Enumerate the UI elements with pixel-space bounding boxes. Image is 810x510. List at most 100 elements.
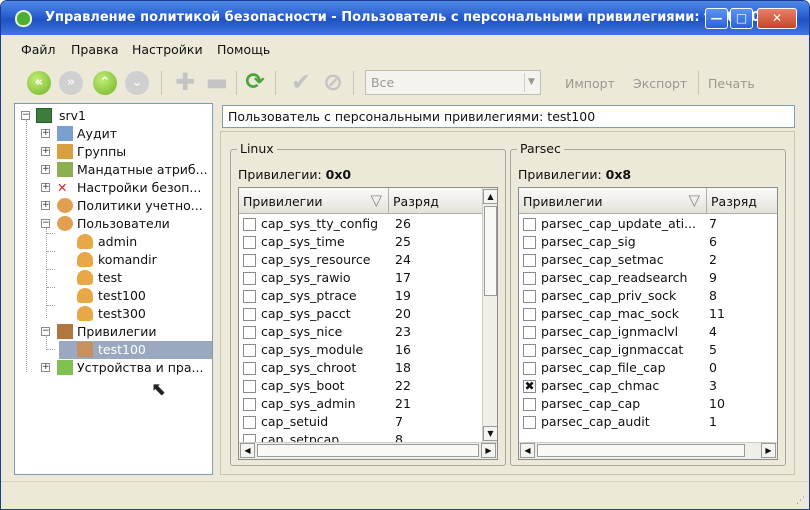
chevron-down-icon[interactable]: ▼	[524, 73, 538, 92]
expand-icon[interactable]: +	[41, 201, 50, 210]
cancel-icon[interactable]: ⊘	[321, 70, 345, 95]
linux-horizontal-scrollbar[interactable]: ◀ ▶	[239, 442, 497, 459]
table-row[interactable]: cap_sys_ptrace 19	[239, 287, 482, 305]
privilege-checkbox[interactable]	[243, 326, 256, 339]
table-row[interactable]: cap_setuid 7	[239, 413, 482, 431]
table-row[interactable]: cap_sys_resource 24	[239, 251, 482, 269]
privilege-checkbox[interactable]	[523, 290, 536, 303]
tree-item-audit[interactable]: + Аудит	[39, 125, 209, 143]
tree-item-devices[interactable]: + Устройства и пра...	[39, 359, 209, 377]
down-icon[interactable]: ⌄	[125, 71, 149, 95]
table-row[interactable]: parsec_cap_cap 10	[519, 395, 777, 413]
resize-grip-icon[interactable]: ⋰	[796, 496, 805, 506]
table-row[interactable]: parsec_cap_ignmaccat 5	[519, 341, 777, 359]
privilege-checkbox[interactable]	[243, 290, 256, 303]
privilege-checkbox[interactable]	[523, 272, 536, 285]
table-row[interactable]: parsec_cap_audit 1	[519, 413, 777, 431]
privilege-checkbox[interactable]	[523, 362, 536, 375]
menu-settings[interactable]: Настройки	[132, 42, 203, 57]
maximize-button[interactable]: □	[730, 8, 753, 29]
linux-column-rank[interactable]: Разряд	[389, 188, 482, 214]
table-row[interactable]: parsec_cap_readsearch 9	[519, 269, 777, 287]
tree-item-privileges[interactable]: − Привилегии	[39, 323, 209, 341]
last-icon[interactable]: »	[59, 71, 83, 95]
table-row[interactable]: cap_sys_nice 23	[239, 323, 482, 341]
scroll-thumb[interactable]	[537, 444, 745, 457]
privilege-checkbox[interactable]	[523, 236, 536, 249]
table-row[interactable]: cap_sys_rawio 17	[239, 269, 482, 287]
tree-root[interactable]: − srv1	[19, 107, 199, 125]
tree-item-user-test100[interactable]: test100	[59, 287, 199, 305]
scroll-left-icon[interactable]: ◀	[520, 443, 535, 458]
first-icon[interactable]: «	[27, 71, 51, 95]
privilege-checkbox[interactable]	[243, 398, 256, 411]
expand-icon[interactable]: +	[41, 165, 50, 174]
privilege-checkbox[interactable]	[523, 254, 536, 267]
privilege-checkbox[interactable]	[523, 416, 536, 429]
expand-icon[interactable]: +	[41, 183, 50, 192]
scroll-thumb[interactable]	[484, 206, 497, 296]
add-icon[interactable]: ✚	[173, 70, 197, 95]
tree-item-user-test300[interactable]: test300	[59, 305, 199, 323]
table-row[interactable]: cap_sys_tty_config 26	[239, 215, 482, 233]
privilege-checkbox[interactable]	[243, 218, 256, 231]
privilege-checkbox[interactable]	[523, 218, 536, 231]
apply-icon[interactable]: ✔	[289, 70, 313, 95]
table-row[interactable]: cap_sys_chroot 18	[239, 359, 482, 377]
privilege-checkbox[interactable]	[243, 344, 256, 357]
linux-column-privileges[interactable]: Привилегии ▽	[239, 188, 389, 214]
table-row[interactable]: parsec_cap_file_cap 0	[519, 359, 777, 377]
privilege-checkbox[interactable]	[523, 344, 536, 357]
linux-vertical-scrollbar[interactable]: ▲ ▼	[482, 188, 497, 443]
privilege-checkbox[interactable]	[243, 308, 256, 321]
scroll-right-icon[interactable]: ▶	[481, 443, 496, 458]
menu-help[interactable]: Помощь	[217, 42, 270, 57]
import-button[interactable]: Импорт	[565, 76, 615, 91]
tree-item-security-settings[interactable]: + ✕ Настройки безоп...	[39, 179, 209, 197]
table-row[interactable]: cap_sys_boot 22	[239, 377, 482, 395]
privilege-checkbox[interactable]	[243, 416, 256, 429]
scroll-right-icon[interactable]: ▶	[761, 443, 776, 458]
parsec-column-privileges[interactable]: Привилегии ▽	[519, 188, 707, 214]
menu-file[interactable]: Файл	[21, 42, 56, 57]
tree-item-mandatory[interactable]: + Мандатные атриб...	[39, 161, 209, 179]
scroll-left-icon[interactable]: ◀	[240, 443, 255, 458]
collapse-icon[interactable]: −	[41, 219, 50, 228]
table-row[interactable]: parsec_cap_priv_sock 8	[519, 287, 777, 305]
scroll-up-icon[interactable]: ▲	[483, 189, 497, 204]
close-button[interactable]: ✕	[757, 8, 797, 29]
scroll-thumb[interactable]	[257, 444, 479, 457]
collapse-icon[interactable]: −	[41, 327, 50, 336]
table-row[interactable]: parsec_cap_mac_sock 11	[519, 305, 777, 323]
minimize-button[interactable]: —	[705, 8, 728, 29]
menu-edit[interactable]: Правка	[71, 42, 119, 57]
tree-item-user-komandir[interactable]: komandir	[59, 251, 199, 269]
table-row[interactable]: parsec_cap_setmac 2	[519, 251, 777, 269]
expand-icon[interactable]: +	[41, 129, 50, 138]
tree-item-account-policy[interactable]: + Политики учетно...	[39, 197, 209, 215]
filter-combo[interactable]: Все ▼	[365, 70, 541, 95]
table-row[interactable]: cap_sys_time 25	[239, 233, 482, 251]
tree-item-groups[interactable]: + Группы	[39, 143, 209, 161]
remove-icon[interactable]: ▬	[205, 70, 229, 95]
table-row[interactable]: parsec_cap_update_ati... 7	[519, 215, 777, 233]
tree-item-user-test[interactable]: test	[59, 269, 199, 287]
up-icon[interactable]: ⌃	[93, 71, 117, 95]
privilege-checkbox[interactable]	[243, 362, 256, 375]
navigation-tree[interactable]: − srv1 + Аудит + Группы + Мандатные атри…	[14, 103, 213, 475]
table-row[interactable]: parsec_cap_sig 6	[519, 233, 777, 251]
refresh-icon[interactable]: ⟳	[243, 71, 267, 95]
table-row[interactable]: parsec_cap_ignmaclvl 4	[519, 323, 777, 341]
print-button[interactable]: Печать	[708, 76, 755, 91]
table-row[interactable]: cap_sys_admin 21	[239, 395, 482, 413]
table-row[interactable]: cap_sys_pacct 20	[239, 305, 482, 323]
privilege-checkbox[interactable]	[243, 236, 256, 249]
privilege-checkbox[interactable]	[523, 326, 536, 339]
expand-icon[interactable]: +	[41, 363, 50, 372]
tree-item-user-admin[interactable]: admin	[59, 233, 199, 251]
collapse-icon[interactable]: −	[21, 111, 30, 120]
privilege-checkbox[interactable]	[523, 308, 536, 321]
tree-item-privilege-test100[interactable]: test100	[59, 341, 212, 359]
table-row[interactable]: ✖ parsec_cap_chmac 3	[519, 377, 777, 395]
privilege-checkbox[interactable]	[243, 254, 256, 267]
